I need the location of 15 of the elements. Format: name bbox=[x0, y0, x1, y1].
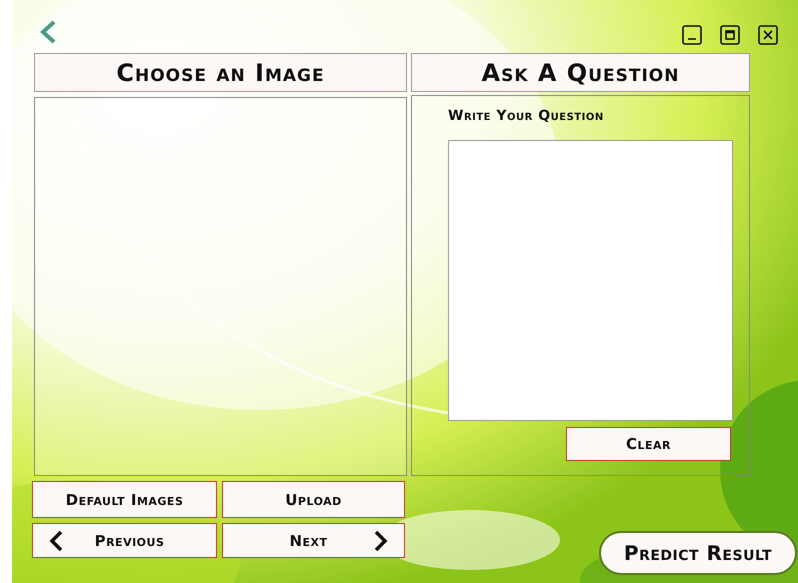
nav-button[interactable]: Default Images bbox=[32, 481, 217, 518]
section-title: Choose an Image bbox=[34, 53, 407, 92]
question-field[interactable] bbox=[448, 140, 733, 421]
minimize-icon[interactable] bbox=[682, 25, 702, 45]
nav-button[interactable]: Previous bbox=[32, 523, 217, 558]
chevron-right-icon bbox=[374, 530, 388, 552]
clear-button[interactable]: Clear bbox=[566, 427, 731, 461]
predict-button[interactable]: Predict Result bbox=[599, 531, 797, 575]
section-title: Ask A Question bbox=[411, 53, 750, 92]
nav-button[interactable]: Next bbox=[222, 523, 405, 558]
field-label: Write Your Question bbox=[448, 108, 605, 124]
nav-button[interactable]: Upload bbox=[222, 481, 405, 518]
maximize-icon[interactable] bbox=[720, 25, 740, 45]
close-icon[interactable] bbox=[758, 25, 778, 45]
chevron-left-icon bbox=[49, 530, 63, 552]
